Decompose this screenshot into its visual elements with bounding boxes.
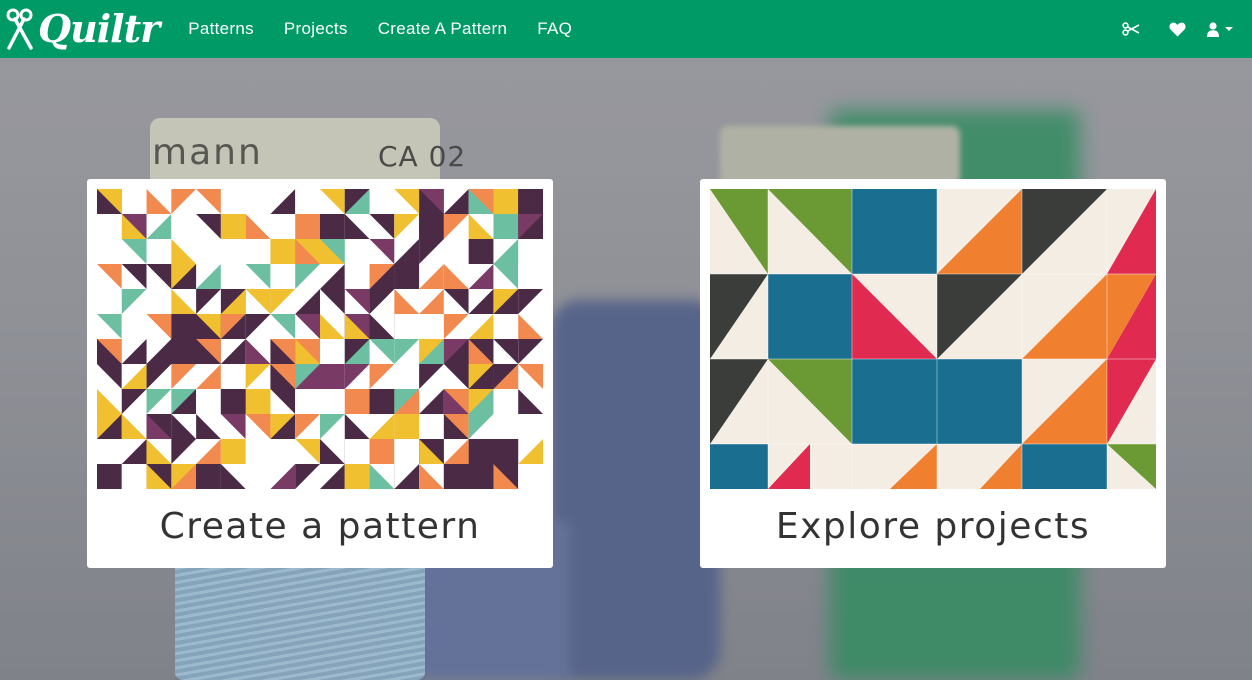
geometric-pattern-image (97, 189, 543, 489)
pattern-tile (196, 239, 222, 265)
top-navbar: Quiltr Patterns Projects Create A Patter… (0, 0, 1252, 58)
user-menu-button[interactable] (1200, 0, 1240, 58)
scissors-icon (1122, 22, 1140, 36)
favorites-nav-button[interactable] (1154, 0, 1200, 58)
create-pattern-card[interactable]: Create a pattern (87, 179, 553, 568)
pattern-tile (344, 389, 371, 415)
pattern-tile (220, 364, 247, 390)
pattern-tile (394, 414, 420, 440)
explore-projects-card[interactable]: Explore projects (700, 179, 1166, 568)
pattern-tile (245, 389, 271, 415)
nav-link-patterns[interactable]: Patterns (173, 0, 269, 58)
brand-name: Quiltr (38, 6, 160, 51)
pattern-tile (97, 214, 123, 240)
quilt-photo-image (710, 189, 1156, 489)
pattern-tile (369, 439, 395, 465)
pattern-tile (270, 264, 296, 290)
pattern-tile (468, 439, 494, 465)
pattern-tile (369, 189, 395, 215)
pattern-tile (220, 439, 247, 465)
pattern-tile (493, 314, 519, 340)
pattern-tile (493, 214, 519, 240)
heart-icon (1168, 22, 1186, 36)
pattern-tile (220, 189, 247, 215)
explore-projects-title: Explore projects (775, 506, 1091, 547)
brand-logo[interactable]: Quiltr (0, 0, 160, 58)
nav-right-icons (1108, 0, 1240, 58)
nav-link-create-a-pattern[interactable]: Create A Pattern (363, 0, 523, 58)
pattern-tile (220, 239, 247, 265)
nav-link-faq[interactable]: FAQ (522, 0, 587, 58)
scissors-nav-button[interactable] (1108, 0, 1154, 58)
pattern-tile (270, 239, 296, 265)
pattern-tile (344, 439, 371, 465)
caret-down-icon (1224, 27, 1233, 31)
pattern-tile (245, 464, 271, 489)
nav-link-projects[interactable]: Projects (269, 0, 363, 58)
pattern-tile (295, 214, 321, 240)
scissors-icon (6, 8, 33, 50)
pattern-tile (518, 414, 543, 440)
pattern-tile (121, 189, 148, 215)
pattern-tile (320, 389, 346, 415)
pattern-tile (97, 289, 123, 315)
pattern-tile (171, 214, 197, 240)
pattern-tile (146, 289, 172, 315)
user-icon (1206, 21, 1219, 37)
create-pattern-title: Create a pattern (159, 506, 481, 547)
pattern-tile (220, 214, 247, 240)
pattern-tile (295, 189, 321, 215)
pattern-tile (344, 239, 371, 265)
pattern-tile (518, 239, 543, 265)
pattern-tile (146, 239, 172, 265)
